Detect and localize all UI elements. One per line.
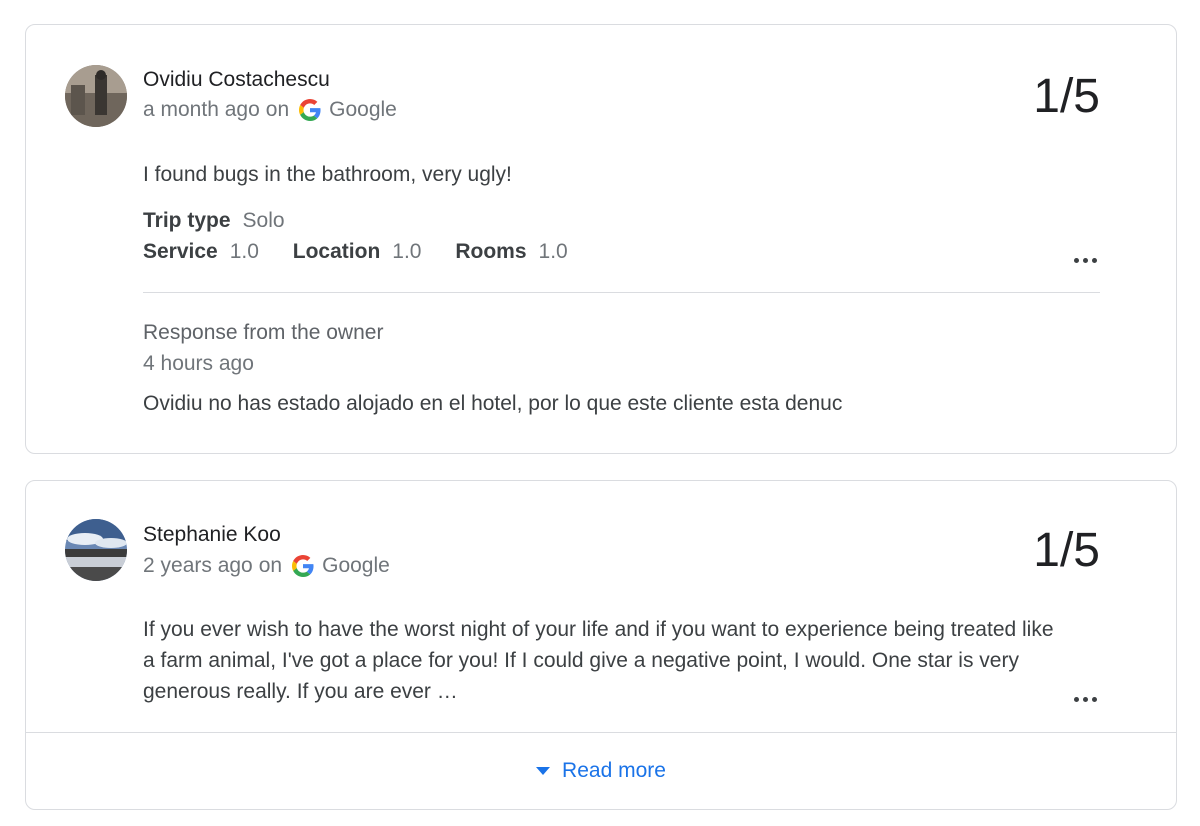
dot xyxy=(1082,257,1088,263)
score-value: 1.0 xyxy=(538,240,568,263)
review-text: I found bugs in the bathroom, very ugly! xyxy=(143,163,512,186)
reviewer-avatar[interactable] xyxy=(65,65,127,127)
score-location: Location 1.0 xyxy=(293,240,422,263)
review-on-label: on xyxy=(258,554,283,577)
dot xyxy=(1073,696,1079,702)
reviewer-avatar[interactable] xyxy=(65,519,127,581)
review-rating: 1/5 xyxy=(1033,524,1100,577)
read-more-label: Read more xyxy=(562,758,666,782)
reviewer-name[interactable]: Stephanie Koo xyxy=(143,523,281,547)
reviewer-name[interactable]: Ovidiu Costachescu xyxy=(143,68,330,92)
read-more-button[interactable]: Read more xyxy=(536,759,666,783)
review-on-label: on xyxy=(265,98,290,121)
review-time: a month ago xyxy=(143,98,260,121)
caret-down-icon xyxy=(536,766,551,775)
dot xyxy=(1091,696,1097,702)
score-label: Location xyxy=(292,240,381,263)
more-options-icon[interactable] xyxy=(1070,250,1100,270)
owner-response-title: Response from the owner xyxy=(143,321,384,344)
scores-row: Service 1.0 Location 1.0 Rooms 1.0 xyxy=(143,236,568,267)
review-meta: 2 years ago on Google xyxy=(143,554,390,578)
score-service: Service 1.0 xyxy=(143,240,259,263)
divider xyxy=(143,292,1100,293)
review-meta: a month ago on Google xyxy=(143,98,397,122)
review-card: Stephanie Koo 2 years ago on Google 1/5 … xyxy=(25,480,1177,810)
dot xyxy=(1082,696,1088,702)
read-more-bar: Read more xyxy=(26,732,1176,811)
review-card: Ovidiu Costachescu a month ago on Google… xyxy=(25,24,1177,454)
review-time: 2 years ago xyxy=(143,554,253,577)
more-options-icon[interactable] xyxy=(1070,689,1100,709)
trip-type-row: Trip type Solo xyxy=(143,205,568,236)
owner-response-text: Ovidiu no has estado alojado en el hotel… xyxy=(143,392,843,415)
dot xyxy=(1091,257,1097,263)
trip-type-label: Trip type xyxy=(143,209,231,232)
score-rooms: Rooms 1.0 xyxy=(455,240,567,263)
google-logo-icon xyxy=(299,99,321,121)
review-source: Google xyxy=(329,98,397,121)
score-label: Rooms xyxy=(455,240,527,263)
score-value: 1.0 xyxy=(229,240,259,263)
trip-type-value: Solo xyxy=(242,209,285,232)
review-rating: 1/5 xyxy=(1033,70,1100,123)
google-logo-icon xyxy=(292,555,314,577)
score-label: Service xyxy=(143,240,218,263)
review-text: If you ever wish to have the worst night… xyxy=(143,618,1054,703)
dot xyxy=(1073,257,1079,263)
owner-response-time: 4 hours ago xyxy=(143,352,254,375)
review-attributes: Trip type Solo Service 1.0 Location 1.0 Roo… xyxy=(143,205,568,267)
review-source: Google xyxy=(322,554,390,577)
score-value: 1.0 xyxy=(392,240,422,263)
